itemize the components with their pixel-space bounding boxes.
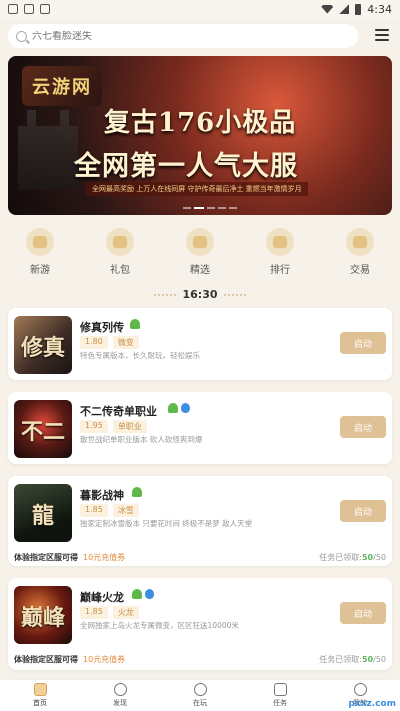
clock: 4:34 [367,2,392,16]
search-bar[interactable] [8,24,358,48]
task-icon [273,683,287,696]
tab-tasks[interactable]: 任务 [240,680,320,711]
game-version: 1.95 [80,420,108,433]
tab-home[interactable]: 首页 [0,680,80,711]
category-trade[interactable]: 交易 [330,228,390,276]
wifi-icon [321,4,334,14]
tab-discover[interactable]: 发现 [80,680,160,711]
task-progress: 任务已领取:50/50 [319,655,386,664]
ranking-icon [266,228,294,256]
banner-castle-art [18,110,78,190]
game-type: 单职业 [112,420,147,433]
game-thumbnail: 巅峰 [14,586,72,644]
category-new-games[interactable]: 新游 [10,228,70,276]
gift-icon [106,228,134,256]
game-thumbnail: 不二 [14,400,72,458]
apple-icon [181,403,190,413]
search-icon [16,30,27,42]
tab-playing[interactable]: 在玩 [160,680,240,711]
task-reward: 10元充值券 [83,553,126,562]
menu-icon[interactable] [375,29,389,41]
signal-icon [339,4,350,14]
launch-button[interactable]: 启动 [340,500,386,522]
bottom-tab-bar: 首页 发现 在玩 任务 我的 pxxz.com [0,679,400,711]
task-reward: 10元充值券 [83,655,126,664]
game-type: 冰雪 [112,504,139,517]
task-label: 体验指定区服可得 [14,553,78,562]
compass-icon [113,683,127,696]
status-bar: 4:34 [0,0,400,18]
play-icon [193,683,207,696]
game-type: 火龙 [112,606,139,619]
notification-icon [24,4,34,14]
task-label: 体验指定区服可得 [14,655,78,664]
gamepad-icon [26,228,54,256]
game-card[interactable]: 龍 暮影战神 1.85 冰雪 独家定制冰雪版本 只要花时间 终极不是梦 敌人天堂 … [8,476,392,566]
banner-headline-1: 复古176小极品 [104,108,297,138]
banner-tagline: 全网最高奖励 上万人在线同屏 守护传奇最后净土 重燃当年激情岁月 [86,182,308,196]
apple-icon [145,589,154,599]
search-input[interactable] [32,30,332,42]
launch-button[interactable]: 启动 [340,332,386,354]
game-version: 1.85 [80,504,108,517]
watermark: pxxz.com [348,699,396,709]
game-version: 1.80 [80,336,108,349]
game-thumbnail: 龍 [14,484,72,542]
promo-banner[interactable]: 云游网 复古176小极品 全网第一人气大服 全网最高奖励 上万人在线同屏 守护传… [8,56,392,215]
android-icon [130,319,140,329]
heart-icon [186,228,214,256]
server-time: 16:30 [182,288,218,301]
game-card[interactable]: 不二 不二传奇单职业 1.95 单职业 散世战纪单职业版本 砍人砍怪爽到爆 启动 [8,392,392,464]
banner-headline-2: 全网第一人气大服 [74,151,298,182]
game-name: 暮影战神 [80,489,124,502]
task-footer: 体验指定区服可得 10元充值券 任务已领取:50/50 [14,552,386,563]
launch-button[interactable]: 启动 [340,602,386,624]
banner-logo: 云游网 [22,66,102,106]
launch-button[interactable]: 启动 [340,416,386,438]
category-ranking[interactable]: 排行 [250,228,310,276]
gallery-icon [8,4,18,14]
game-card[interactable]: 巅峰 巅峰火龙 1.85 火龙 全网独家上岛火龙专属微变，区区狂送10000米 启… [8,578,392,670]
game-name: 不二传奇单职业 [80,405,157,418]
time-divider: 16:30 [0,288,400,301]
game-description: 散世战纪单职业版本 砍人砍怪爽到爆 [80,435,203,444]
android-icon [168,403,178,413]
game-description: 独家定制冰雪版本 只要花时间 终极不是梦 敌人天堂 [80,519,253,528]
task-footer: 体验指定区服可得 10元充值券 任务已领取:50/50 [14,654,386,665]
banner-pager[interactable] [183,207,237,209]
game-version: 1.85 [80,606,108,619]
android-icon [132,487,142,497]
category-row: 新游 礼包 精选 排行 交易 [10,228,390,276]
battery-icon [355,3,362,15]
user-icon [353,683,367,696]
game-name: 巅峰火龙 [80,591,124,604]
android-icon [132,589,142,599]
game-type: 微变 [112,336,139,349]
game-description: 全网独家上岛火龙专属微变，区区狂送10000米 [80,621,239,630]
home-icon [33,683,47,696]
game-card[interactable]: 修真 修真列传 1.80 微变 特色专属版本，长久耐玩，轻松娱乐 启动 [8,308,392,380]
task-progress: 任务已领取:50/50 [319,553,386,562]
game-name: 修真列传 [80,321,124,334]
game-description: 特色专属版本，长久耐玩，轻松娱乐 [80,351,200,360]
game-thumbnail: 修真 [14,316,72,374]
category-gifts[interactable]: 礼包 [90,228,150,276]
category-featured[interactable]: 精选 [170,228,230,276]
app-icon [40,4,50,14]
trade-icon [346,228,374,256]
